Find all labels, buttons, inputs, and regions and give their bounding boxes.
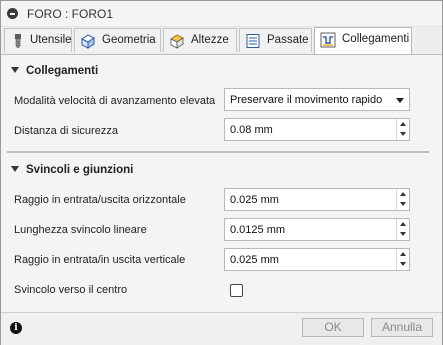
linear-length-value: 0.0125 mm (230, 224, 286, 236)
cancel-button[interactable]: Annulla (371, 318, 433, 337)
spin-up-icon[interactable] (397, 189, 409, 199)
linear-length-spinner (396, 219, 409, 240)
tab-passate[interactable]: Passate (239, 28, 312, 52)
vertical-radius-spinner (396, 249, 409, 270)
vertical-radius-input[interactable]: 0.025 mm (224, 248, 410, 271)
horizontal-radius-spinner (396, 189, 409, 210)
passes-icon (246, 34, 260, 48)
rapid-mode-select[interactable]: Preservare il movimento rapido (224, 88, 410, 111)
dialog-window: FORO : FORO1 Utensile Geometria Altezze … (0, 0, 443, 345)
rapid-mode-label: Modalità velocità di avanzamento elevata (14, 95, 216, 107)
tab-geometria-label: Geometria (102, 34, 156, 46)
minimize-icon[interactable] (7, 8, 18, 19)
title-bar[interactable]: FORO : FORO1 (1, 1, 442, 27)
ok-button[interactable]: OK (302, 318, 364, 337)
tab-altezze-label: Altezze (191, 34, 229, 46)
linking-icon (320, 32, 336, 48)
horizontal-radius-input[interactable]: 0.025 mm (224, 188, 410, 211)
spin-up-icon[interactable] (397, 219, 409, 229)
horizontal-radius-label: Raggio in entrata/uscita orizzontale (14, 194, 186, 206)
horizontal-radius-value: 0.025 mm (230, 194, 279, 206)
dialog-footer: i OK Annulla (1, 312, 442, 345)
section-svincoli-header[interactable]: Svincoli e giunzioni (11, 164, 133, 176)
spin-up-icon[interactable] (397, 119, 409, 129)
safe-distance-input[interactable]: 0.08 mm (224, 118, 410, 141)
collapse-triangle-icon (11, 166, 19, 172)
tab-content: Collegamenti Modalità velocità di avanza… (1, 55, 442, 312)
section-divider (7, 151, 429, 153)
vertical-radius-value: 0.025 mm (230, 254, 279, 266)
dialog-title: FORO : FORO1 (27, 7, 114, 21)
spin-down-icon[interactable] (397, 230, 409, 240)
vertical-radius-label: Raggio in entrata/in uscita verticale (14, 254, 186, 266)
center-retract-label: Svincolo verso il centro (14, 284, 128, 296)
info-icon[interactable]: i (10, 322, 22, 334)
chevron-down-icon (396, 98, 404, 103)
center-retract-checkbox[interactable] (230, 284, 243, 297)
tab-utensile-label: Utensile (30, 34, 72, 46)
tab-altezze[interactable]: Altezze (163, 28, 237, 52)
spin-down-icon[interactable] (397, 130, 409, 140)
spin-down-icon[interactable] (397, 260, 409, 270)
tab-bar: Utensile Geometria Altezze Passate Colle… (1, 27, 442, 55)
linear-length-input[interactable]: 0.0125 mm (224, 218, 410, 241)
section-collegamenti-title: Collegamenti (26, 65, 99, 77)
section-svincoli-title: Svincoli e giunzioni (26, 164, 134, 176)
tab-collegamenti[interactable]: Collegamenti (314, 27, 412, 54)
safe-distance-value: 0.08 mm (230, 124, 273, 136)
section-collegamenti-header[interactable]: Collegamenti (11, 65, 98, 77)
geometry-icon (81, 34, 95, 49)
tab-geometria[interactable]: Geometria (74, 28, 161, 52)
safe-distance-spinner (396, 119, 409, 140)
tab-collegamenti-label: Collegamenti (342, 33, 410, 45)
safe-distance-label: Distanza di sicurezza (14, 125, 118, 137)
collapse-triangle-icon (11, 67, 19, 73)
spin-up-icon[interactable] (397, 249, 409, 259)
tool-icon (15, 34, 21, 49)
spin-down-icon[interactable] (397, 200, 409, 210)
heights-icon (170, 34, 184, 49)
rapid-mode-value: Preservare il movimento rapido (230, 94, 383, 106)
linear-length-label: Lunghezza svincolo lineare (14, 224, 147, 236)
tab-passate-label: Passate (267, 34, 309, 46)
tab-utensile[interactable]: Utensile (4, 28, 72, 52)
